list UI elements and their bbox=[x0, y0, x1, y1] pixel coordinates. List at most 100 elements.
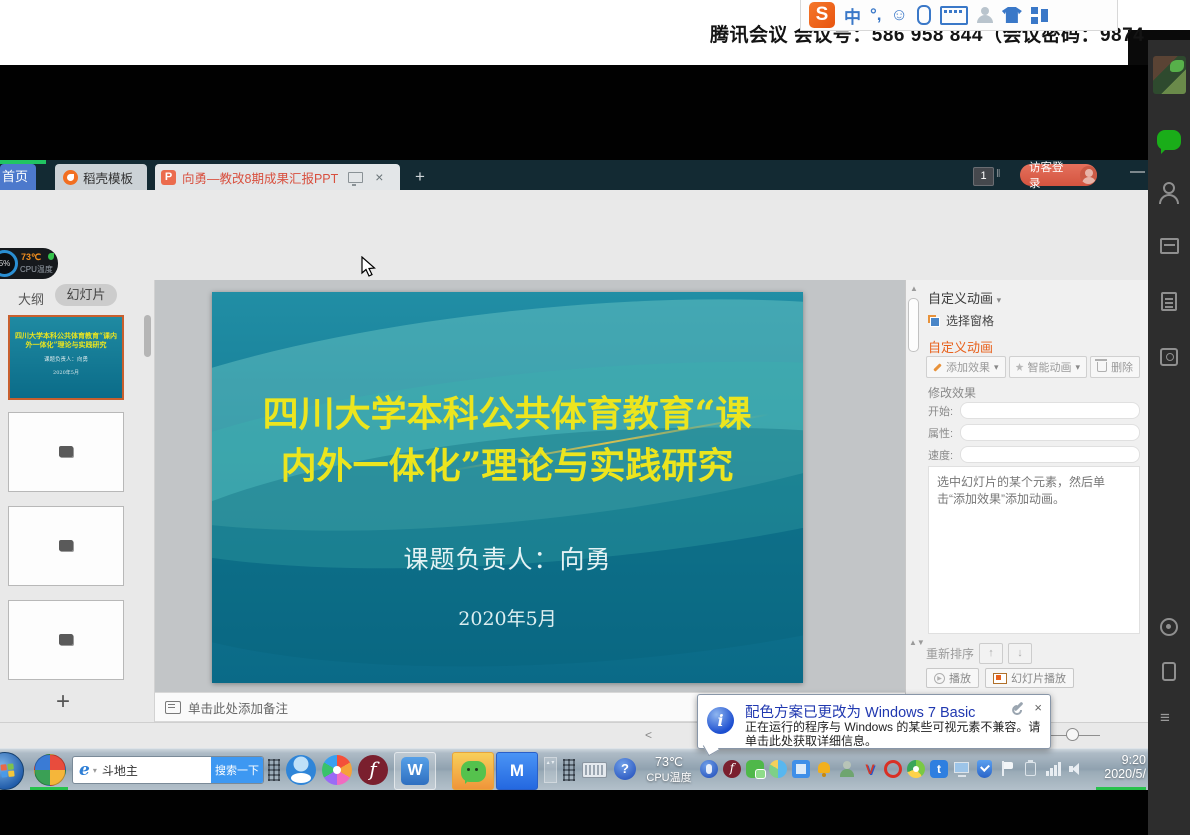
soft-keyboard-icon[interactable] bbox=[940, 6, 968, 25]
minimize-button[interactable]: — bbox=[1130, 163, 1145, 180]
delete-button[interactable]: 删除 bbox=[1090, 356, 1140, 378]
tencent-meeting-taskbar-button[interactable]: M bbox=[496, 752, 538, 790]
home-tab-green-notch bbox=[0, 160, 46, 164]
wps-taskbar-button[interactable]: W bbox=[394, 752, 436, 790]
thumbnail-1-title: 四川大学本科公共体育教育“课内外一体化”理论与实践研究 bbox=[14, 331, 118, 349]
panel-scroll-up-icon[interactable]: ▲ bbox=[910, 284, 918, 293]
add-effect-button[interactable]: 添加效果 ▾ bbox=[926, 356, 1006, 378]
thumbnail-slide-1[interactable]: 四川大学本科公共体育教育“课内外一体化”理论与实践研究 课题负责人：向勇 202… bbox=[8, 315, 124, 400]
wechat-moments-icon[interactable] bbox=[1160, 618, 1178, 636]
reorder-down-button[interactable]: ↓ bbox=[1008, 643, 1032, 664]
cpu-monitor-widget[interactable]: 5% 73℃ CPU温度 bbox=[0, 248, 58, 279]
emoji-icon[interactable]: ☺ bbox=[891, 5, 908, 25]
play-button[interactable]: ▶ 播放 bbox=[926, 668, 979, 688]
smart-animation-button[interactable]: 智能动画 ▾ bbox=[1009, 356, 1088, 378]
wechat-profile-icon[interactable] bbox=[1160, 348, 1178, 366]
display-tray-icon[interactable] bbox=[953, 760, 971, 778]
network-signal-icon[interactable] bbox=[1044, 760, 1062, 778]
star-icon bbox=[1016, 363, 1024, 371]
slide-subtitle[interactable]: 课题负责人：向勇 bbox=[212, 540, 803, 576]
toolbox-icon[interactable] bbox=[1031, 7, 1048, 24]
start-select[interactable] bbox=[960, 402, 1140, 419]
taskbar-search-box[interactable]: e ▾ 斗地主 搜索一下 bbox=[72, 756, 264, 784]
user-tray-icon[interactable] bbox=[838, 760, 856, 778]
clipboard-tray-icon[interactable] bbox=[1021, 760, 1039, 778]
wechat-avatar[interactable] bbox=[1153, 56, 1186, 94]
flash-tray-icon[interactable]: f bbox=[723, 760, 741, 778]
wechat-taskbar-button[interactable] bbox=[452, 752, 494, 790]
search-caret-icon[interactable]: ▾ bbox=[93, 766, 97, 775]
thumbnail-slide-4[interactable] bbox=[8, 600, 124, 680]
document-tray-icon[interactable] bbox=[792, 760, 810, 778]
volume-icon[interactable] bbox=[1067, 760, 1085, 778]
reorder-up-button[interactable]: ↑ bbox=[979, 643, 1003, 664]
window-count-badge[interactable]: 1 bbox=[973, 167, 994, 186]
taskbar-clock[interactable]: 9:20 2020/5/ bbox=[1088, 753, 1146, 781]
select-pane-button[interactable]: 选择窗格 bbox=[928, 312, 994, 329]
action-center-flag-icon[interactable] bbox=[998, 760, 1016, 778]
slide-title[interactable]: 四川大学本科公共体育教育“课内外一体化”理论与实践研究 bbox=[257, 388, 757, 492]
thumbnail-slide-2[interactable] bbox=[8, 412, 124, 492]
updater-tray-icon[interactable] bbox=[907, 760, 925, 778]
guest-avatar-icon bbox=[1080, 166, 1097, 184]
color-scheme-notification[interactable]: i 配色方案已更改为 Windows 7 Basic 正在运行的程序与 Wind… bbox=[697, 694, 1051, 749]
tab-home[interactable]: 首页 bbox=[0, 164, 36, 190]
security-ring-tray-icon[interactable] bbox=[884, 760, 902, 778]
wechat-collections-icon[interactable] bbox=[1160, 238, 1179, 254]
wechat-contacts-icon[interactable] bbox=[1163, 182, 1175, 194]
chinese-mode-icon[interactable]: 中 bbox=[844, 3, 861, 28]
notification-title[interactable]: 配色方案已更改为 Windows 7 Basic bbox=[745, 701, 975, 722]
tim-tray-icon[interactable]: t bbox=[930, 760, 948, 778]
settings-wrench-icon[interactable] bbox=[1014, 702, 1024, 712]
start-button[interactable] bbox=[0, 752, 24, 790]
voice-input-icon[interactable] bbox=[917, 5, 931, 25]
slide-date[interactable]: 2020年5月 bbox=[212, 604, 803, 631]
vpn-tray-icon[interactable]: V bbox=[861, 760, 879, 778]
skin-icon[interactable] bbox=[1002, 7, 1022, 23]
search-query-text[interactable]: 斗地主 bbox=[102, 762, 211, 779]
wechat-files-icon[interactable] bbox=[1161, 292, 1177, 311]
present-monitor-icon[interactable] bbox=[348, 172, 363, 183]
flash-icon[interactable]: f bbox=[358, 755, 388, 785]
tab-close-icon[interactable]: × bbox=[375, 169, 383, 185]
account-icon[interactable] bbox=[977, 7, 993, 23]
wechat-phone-icon[interactable] bbox=[1162, 662, 1176, 681]
punctuation-icon[interactable]: °, bbox=[870, 5, 882, 25]
tab-document[interactable]: P 向勇—教改8期成果汇报PPT × bbox=[155, 164, 400, 190]
wechat-menu-icon[interactable]: ≡ bbox=[1160, 708, 1170, 728]
wechat-tray-icon[interactable] bbox=[746, 760, 764, 778]
bell-tray-icon[interactable] bbox=[815, 760, 833, 778]
tencent-meeting-icon: M bbox=[510, 761, 524, 781]
new-tab-button[interactable]: + bbox=[408, 164, 432, 190]
game-app-icon[interactable] bbox=[34, 754, 66, 786]
security-shield-tray-icon[interactable] bbox=[977, 760, 992, 778]
tab-outline[interactable]: 大纲 bbox=[18, 289, 44, 308]
panel-title[interactable]: 自定义动画 ▾ bbox=[928, 288, 1001, 307]
zoom-slider-handle[interactable] bbox=[1066, 728, 1079, 741]
tab-slides[interactable]: 幻灯片 bbox=[55, 284, 117, 306]
property-select[interactable] bbox=[960, 424, 1140, 441]
status-chevron-left-icon[interactable]: < bbox=[645, 728, 652, 742]
qq-icon[interactable] bbox=[286, 755, 316, 785]
guest-login-button[interactable]: 访客登录 bbox=[1020, 164, 1097, 186]
slideshow-play-button[interactable]: 幻灯片播放 bbox=[985, 668, 1074, 688]
wechat-chat-icon[interactable] bbox=[1157, 130, 1181, 150]
notification-info-icon[interactable] bbox=[700, 760, 718, 778]
add-slide-button[interactable]: + bbox=[48, 688, 78, 716]
slide[interactable]: 四川大学本科公共体育教育“课内外一体化”理论与实践研究 课题负责人：向勇 202… bbox=[212, 292, 803, 683]
tab-docer[interactable]: 稻壳模板 bbox=[55, 164, 147, 190]
thumbnail-scrollbar[interactable] bbox=[144, 315, 151, 357]
taskbar-divider-toggle[interactable]: ▴ ▾ bbox=[544, 757, 557, 783]
thumbnail-slide-3[interactable] bbox=[8, 506, 124, 586]
help-icon[interactable]: ? bbox=[614, 758, 636, 780]
notification-close-icon[interactable]: × bbox=[1034, 700, 1042, 715]
wechat-contacts-icon[interactable] bbox=[1159, 194, 1179, 204]
panel-scrollbar-thumb[interactable] bbox=[908, 298, 919, 352]
sogou-input-toolbar[interactable]: S 中 °, ☺ bbox=[800, 0, 1118, 31]
input-keyboard-icon[interactable] bbox=[582, 762, 607, 778]
browser-tray-icon[interactable] bbox=[769, 760, 787, 778]
sogou-logo-icon[interactable]: S bbox=[809, 2, 835, 28]
search-go-button[interactable]: 搜索一下 bbox=[211, 757, 263, 783]
speed-select[interactable] bbox=[960, 446, 1140, 463]
browser-360-icon[interactable] bbox=[322, 755, 352, 785]
